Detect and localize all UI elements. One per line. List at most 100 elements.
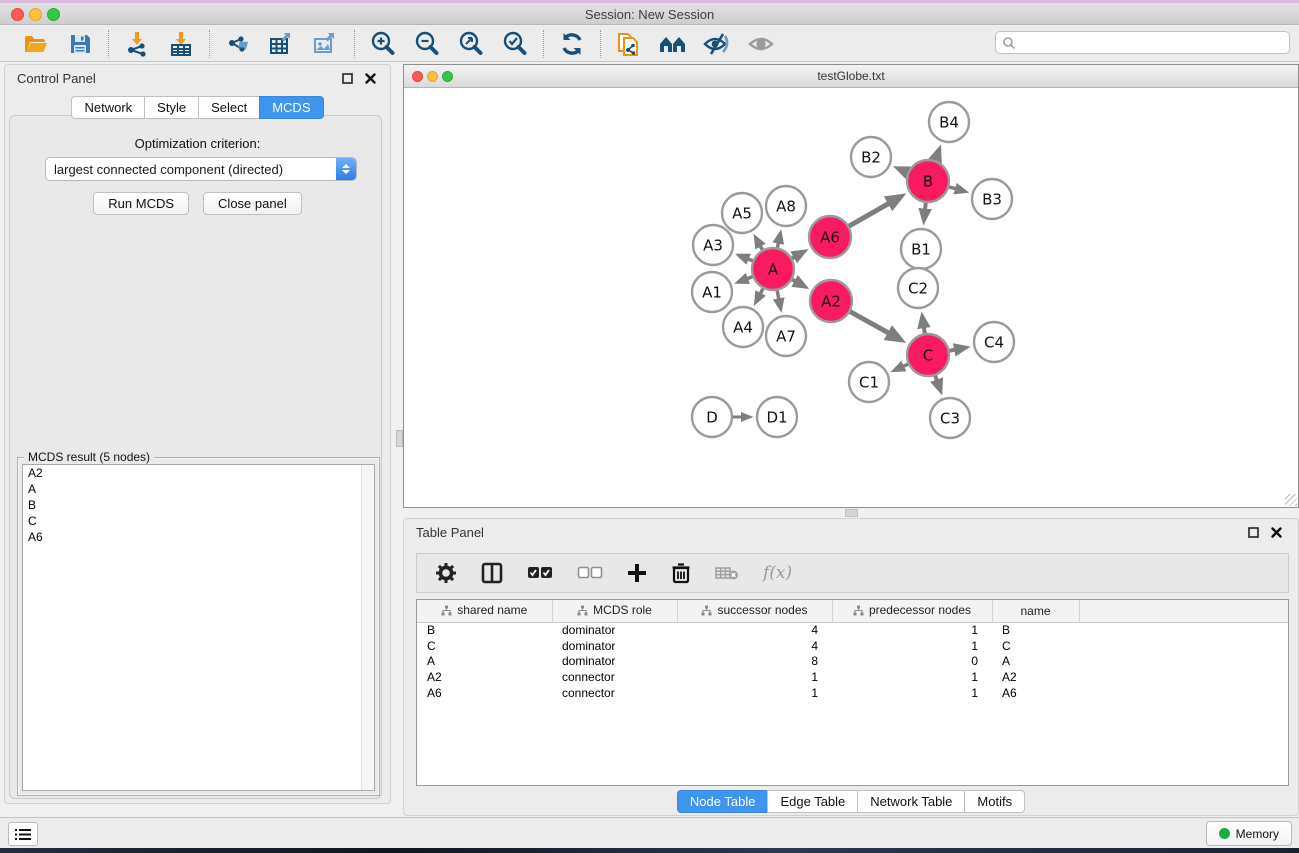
show-column-icon[interactable] (481, 562, 503, 584)
tab-network[interactable]: Network (71, 96, 144, 119)
run-mcds-button[interactable]: Run MCDS (93, 192, 189, 215)
table-cell[interactable]: 1 (832, 622, 992, 638)
zoom-out-icon[interactable] (412, 30, 442, 58)
first-neighbors-icon[interactable] (658, 30, 688, 58)
refresh-icon[interactable] (557, 30, 587, 58)
window-resize-handle[interactable] (1285, 494, 1297, 506)
node-A7[interactable]: A7 (766, 316, 806, 356)
node-D1[interactable]: D1 (757, 397, 797, 437)
import-network-icon[interactable] (122, 30, 152, 58)
network-window-titlebar[interactable]: testGlobe.txt (404, 65, 1298, 88)
table-cell[interactable]: 8 (677, 653, 832, 669)
result-item[interactable]: A6 (23, 529, 374, 545)
table-cell[interactable]: connector (552, 669, 677, 685)
add-column-icon[interactable] (627, 563, 647, 583)
table-cell[interactable]: A2 (417, 669, 552, 685)
table-cell[interactable]: A6 (992, 685, 1079, 701)
table-cell[interactable]: dominator (552, 653, 677, 669)
tab-mcds[interactable]: MCDS (259, 96, 323, 119)
table-cell[interactable]: A6 (417, 685, 552, 701)
deselect-all-icon[interactable] (577, 566, 603, 580)
tab-style[interactable]: Style (144, 96, 198, 119)
table-cell[interactable]: B (992, 622, 1079, 638)
table-cell[interactable]: connector (552, 685, 677, 701)
table-cell[interactable]: A (992, 653, 1079, 669)
node-D[interactable]: D (692, 397, 732, 437)
column-header-mcds-role[interactable]: MCDS role (552, 600, 677, 622)
table-row[interactable]: A2connector11A2 (417, 669, 1288, 685)
table-cell[interactable]: 4 (677, 622, 832, 638)
table-cell[interactable]: C (417, 638, 552, 654)
settings-gear-icon[interactable] (435, 562, 457, 584)
import-table-icon[interactable] (166, 30, 196, 58)
show-all-icon[interactable] (746, 30, 776, 58)
tab-network-table[interactable]: Network Table (857, 790, 964, 813)
node-C1[interactable]: C1 (849, 362, 889, 402)
node-A1[interactable]: A1 (692, 272, 732, 312)
close-panel-button[interactable]: Close panel (203, 192, 302, 215)
node-A2[interactable]: A2 (810, 280, 852, 322)
export-network-icon[interactable] (223, 30, 253, 58)
node-C[interactable]: C (907, 334, 949, 376)
node-B3[interactable]: B3 (972, 179, 1012, 219)
column-header-successor-nodes[interactable]: successor nodes (677, 600, 832, 622)
search-input[interactable] (1016, 34, 1289, 52)
node-table[interactable]: shared nameMCDS rolesuccessor nodesprede… (416, 599, 1289, 786)
table-cell[interactable]: C (992, 638, 1079, 654)
table-cell[interactable]: dominator (552, 622, 677, 638)
table-row[interactable]: Bdominator41B (417, 622, 1288, 638)
result-item[interactable]: A2 (23, 465, 374, 481)
horizontal-divider-handle[interactable] (845, 509, 858, 517)
node-C2[interactable]: C2 (898, 268, 938, 308)
table-cell[interactable]: 1 (677, 669, 832, 685)
node-A[interactable]: A (752, 248, 794, 290)
network-canvas[interactable]: B4B2BB3A8A5A6A3B1AC2A1A2A4A7C4CC1C3DD1 (404, 88, 1298, 507)
table-cell[interactable]: dominator (552, 638, 677, 654)
select-all-icon[interactable] (527, 566, 553, 580)
node-A5[interactable]: A5 (722, 193, 762, 233)
table-row[interactable]: Adominator80A (417, 653, 1288, 669)
open-session-icon[interactable] (21, 30, 51, 58)
export-table-icon[interactable] (267, 30, 297, 58)
zoom-fit-icon[interactable] (456, 30, 486, 58)
node-A3[interactable]: A3 (693, 225, 733, 265)
result-item[interactable]: B (23, 497, 374, 513)
node-B1[interactable]: B1 (901, 229, 941, 269)
float-table-panel-icon[interactable] (1248, 527, 1259, 538)
save-session-icon[interactable] (65, 30, 95, 58)
table-cell[interactable]: 1 (677, 685, 832, 701)
result-scrollbar[interactable] (361, 465, 374, 790)
float-panel-icon[interactable] (342, 73, 353, 84)
node-B[interactable]: B (907, 160, 949, 202)
delete-column-icon[interactable] (671, 562, 691, 584)
memory-button[interactable]: Memory (1206, 821, 1292, 846)
node-A4[interactable]: A4 (723, 307, 763, 347)
node-B2[interactable]: B2 (851, 137, 891, 177)
tab-select[interactable]: Select (198, 96, 259, 119)
close-table-panel-icon[interactable] (1271, 527, 1282, 538)
table-cell[interactable]: A2 (992, 669, 1079, 685)
hide-selected-icon[interactable] (702, 30, 732, 58)
node-A8[interactable]: A8 (766, 186, 806, 226)
zoom-in-icon[interactable] (368, 30, 398, 58)
node-B4[interactable]: B4 (929, 102, 969, 142)
result-item[interactable]: C (23, 513, 374, 529)
mcds-result-list[interactable]: A2ABCA6 (22, 464, 375, 791)
zoom-selected-icon[interactable] (500, 30, 530, 58)
column-header-name[interactable]: name (992, 600, 1079, 622)
export-image-icon[interactable] (311, 30, 341, 58)
table-row[interactable]: Cdominator41C (417, 638, 1288, 654)
tab-edge-table[interactable]: Edge Table (767, 790, 857, 813)
node-A6[interactable]: A6 (809, 216, 851, 258)
tab-node-table[interactable]: Node Table (677, 790, 768, 813)
close-panel-icon[interactable] (365, 73, 376, 84)
delete-table-icon[interactable] (715, 565, 739, 581)
table-cell[interactable]: 1 (832, 685, 992, 701)
column-header-shared-name[interactable]: shared name (417, 600, 552, 622)
table-cell[interactable]: B (417, 622, 552, 638)
result-item[interactable]: A (23, 481, 374, 497)
column-header-predecessor-nodes[interactable]: predecessor nodes (832, 600, 992, 622)
table-cell[interactable]: A (417, 653, 552, 669)
criterion-dropdown[interactable]: largest connected component (directed) (45, 157, 357, 181)
table-row[interactable]: A6connector11A6 (417, 685, 1288, 701)
